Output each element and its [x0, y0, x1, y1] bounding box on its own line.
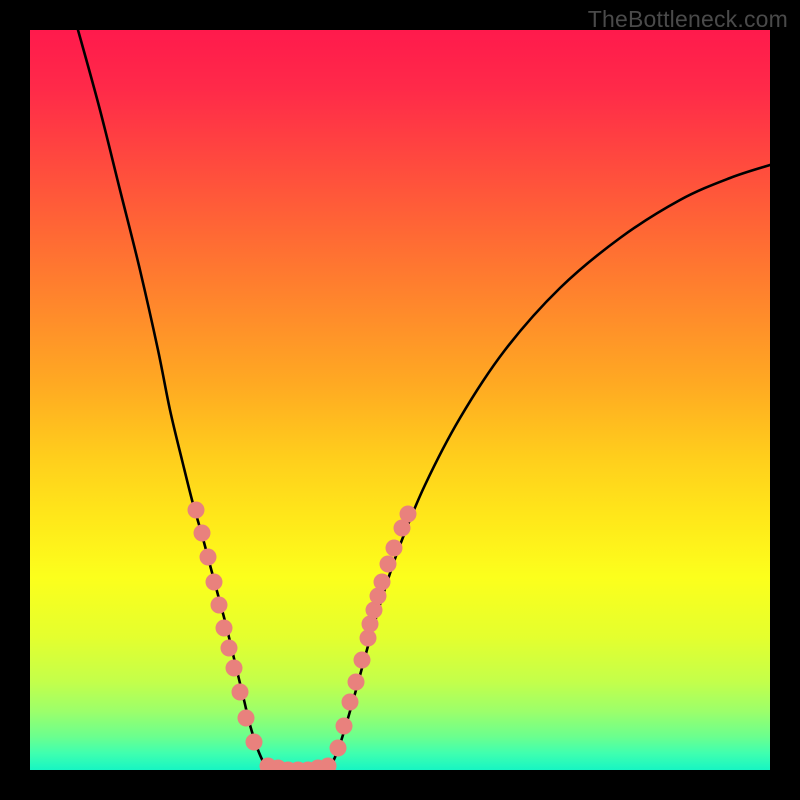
sample-dot: [226, 660, 243, 677]
sample-dot: [336, 718, 353, 735]
sample-dot: [221, 640, 238, 657]
left-branch-curve: [78, 30, 266, 768]
sample-dot: [386, 540, 403, 557]
sample-dot: [380, 556, 397, 573]
sample-dot: [206, 574, 223, 591]
watermark-text: TheBottleneck.com: [588, 6, 788, 33]
plot-area: [30, 30, 770, 770]
right-branch-curve: [330, 165, 770, 768]
chart-frame: TheBottleneck.com: [0, 0, 800, 800]
sample-dot: [400, 506, 417, 523]
sample-dot: [188, 502, 205, 519]
sample-dot: [238, 710, 255, 727]
sample-dot: [354, 652, 371, 669]
sample-dot: [342, 694, 359, 711]
sample-dot: [216, 620, 233, 637]
sample-dot: [348, 674, 365, 691]
sample-dot: [194, 525, 211, 542]
sample-dot: [211, 597, 228, 614]
sample-dot: [232, 684, 249, 701]
curve-layer: [30, 30, 770, 770]
sample-dot: [200, 549, 217, 566]
sample-dot: [330, 740, 347, 757]
sample-dot: [246, 734, 263, 751]
sample-dots: [188, 502, 417, 771]
sample-dot: [374, 574, 391, 591]
